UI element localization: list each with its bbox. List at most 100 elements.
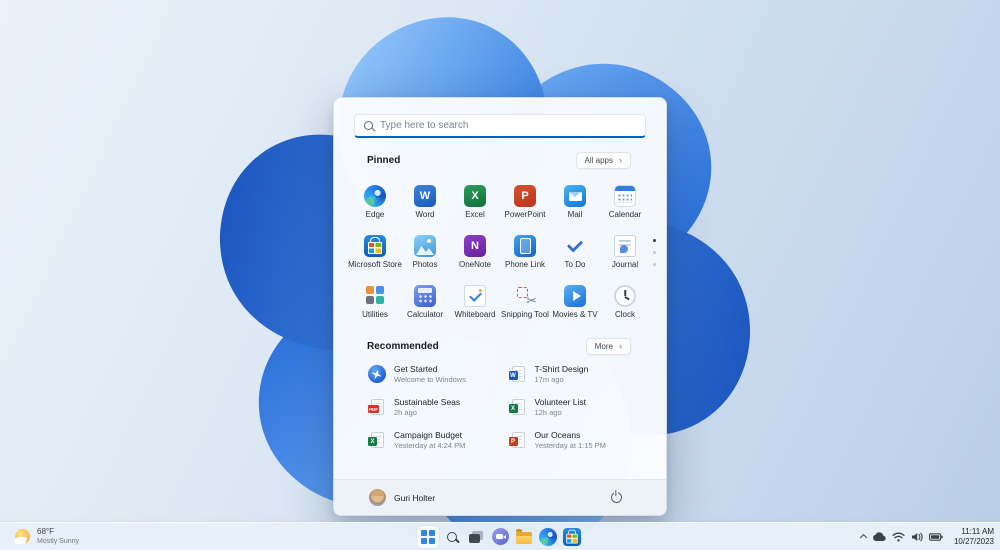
tray-clock[interactable]: 11:11 AM 10/27/2023 — [954, 527, 994, 547]
app-label: Whiteboard — [454, 310, 496, 319]
user-avatar[interactable] — [369, 489, 386, 506]
app-label: Clock — [614, 310, 635, 319]
pinned-app-movies-tv[interactable]: Movies & TV — [550, 280, 600, 330]
start-button[interactable] — [417, 525, 439, 548]
volume-icon[interactable] — [911, 532, 923, 542]
powerpoint-document-icon — [508, 432, 525, 448]
all-apps-label: All apps — [584, 156, 613, 165]
recommended-item-subtitle: Yesterday at 4:24 PM — [394, 440, 466, 450]
movies-tv-icon — [564, 285, 586, 307]
chat-camera-icon — [491, 528, 509, 545]
word-icon — [414, 185, 436, 207]
edge-taskbar-button[interactable] — [537, 526, 559, 548]
task-view-button[interactable] — [465, 526, 487, 548]
recommended-item-tshirt-design[interactable]: T-Shirt Design 17m ago — [508, 362, 649, 386]
wifi-icon[interactable] — [892, 532, 905, 542]
calendar-icon — [614, 185, 636, 207]
tray-overflow-chevron-icon[interactable] — [859, 533, 867, 542]
app-label: Photos — [412, 260, 438, 269]
onedrive-cloud-icon[interactable] — [872, 531, 886, 542]
app-label: To Do — [564, 260, 586, 269]
folder-icon — [516, 529, 532, 544]
taskbar-search-button[interactable] — [441, 526, 463, 548]
more-button[interactable]: More › — [585, 338, 631, 355]
pinned-app-edge[interactable]: Edge — [350, 180, 400, 230]
whiteboard-icon — [464, 285, 486, 307]
file-explorer-button[interactable] — [513, 526, 535, 548]
excel-icon — [464, 185, 486, 207]
snipping-tool-icon — [514, 285, 537, 309]
pinned-pagination[interactable] — [653, 239, 656, 266]
recommended-item-volunteer-list[interactable]: Volunteer List 12h ago — [508, 395, 649, 419]
recommended-item-title: Sustainable Seas — [394, 397, 461, 407]
pinned-app-mail[interactable]: Mail — [550, 180, 600, 230]
tray-time: 11:11 AM — [961, 526, 994, 536]
pinned-app-word[interactable]: Word — [400, 180, 450, 230]
search-box[interactable] — [354, 114, 646, 138]
pinned-app-excel[interactable]: Excel — [450, 180, 500, 230]
onenote-icon — [464, 235, 486, 257]
pinned-app-journal[interactable]: Journal — [600, 230, 650, 280]
pinned-app-whiteboard[interactable]: Whiteboard — [450, 280, 500, 330]
recommended-item-subtitle: Welcome to Windows — [394, 374, 466, 384]
app-label: Phone Link — [504, 260, 546, 269]
pinned-apps-grid: Edge Word Excel PowerPoint Mail Calendar… — [348, 180, 652, 330]
recommended-item-campaign-budget[interactable]: Campaign Budget Yesterday at 4:24 PM — [367, 428, 508, 452]
phone-link-icon — [514, 235, 536, 257]
pinned-app-onenote[interactable]: OneNote — [450, 230, 500, 280]
recommended-item-our-oceans[interactable]: Our Oceans Yesterday at 1:15 PM — [508, 428, 649, 452]
store-taskbar-button[interactable] — [561, 526, 583, 548]
app-label: Microsoft Store — [348, 260, 402, 269]
pinned-app-snipping-tool[interactable]: Snipping Tool — [500, 280, 550, 330]
weather-widget[interactable]: 68°F Mostly Sunny — [8, 523, 85, 550]
power-button[interactable] — [606, 488, 626, 508]
page-dot[interactable] — [653, 263, 656, 266]
recommended-item-title: T-Shirt Design — [534, 364, 589, 374]
app-label: Snipping Tool — [501, 310, 549, 319]
recommended-item-title: Campaign Budget — [394, 430, 463, 440]
taskbar: 68°F Mostly Sunny 11:11 AM 10/27/2023 — [0, 522, 1000, 550]
pdf-document-icon — [368, 399, 384, 415]
app-label: Utilities — [362, 310, 388, 319]
all-apps-button[interactable]: All apps › — [575, 152, 631, 169]
task-view-icon — [469, 530, 483, 543]
pinned-app-powerpoint[interactable]: PowerPoint — [500, 180, 550, 230]
pinned-app-utilities[interactable]: Utilities — [350, 280, 400, 330]
user-name[interactable]: Guri Holter — [394, 493, 435, 503]
pinned-app-microsoft-store[interactable]: Microsoft Store — [348, 230, 402, 280]
journal-icon — [614, 235, 636, 257]
search-icon — [447, 531, 457, 542]
pinned-app-photos[interactable]: Photos — [400, 230, 450, 280]
to-do-icon — [564, 235, 586, 257]
search-icon — [364, 121, 373, 130]
weather-sun-cloud-icon — [14, 528, 31, 545]
microsoft-store-icon — [364, 235, 386, 257]
tray-date: 10/27/2023 — [953, 536, 994, 546]
recommended-item-get-started[interactable]: Get Started Welcome to Windows — [367, 362, 508, 386]
app-label: Word — [415, 210, 435, 219]
recommended-item-sustainable-seas[interactable]: Sustainable Seas 2h ago — [367, 395, 508, 419]
calculator-icon — [414, 285, 436, 307]
excel-document-icon — [368, 432, 384, 448]
chat-button[interactable] — [489, 526, 511, 548]
recommended-title: Recommended — [367, 341, 439, 352]
recommended-grid: Get Started Welcome to Windows T-Shirt D… — [367, 362, 648, 452]
battery-icon[interactable] — [929, 532, 943, 541]
more-label: More — [594, 342, 613, 351]
pinned-app-to-do[interactable]: To Do — [550, 230, 600, 280]
pinned-app-clock[interactable]: Clock — [600, 280, 650, 330]
edge-icon — [364, 185, 386, 207]
page-dot-active[interactable] — [653, 239, 656, 242]
get-started-icon — [367, 365, 386, 383]
pinned-app-phone-link[interactable]: Phone Link — [500, 230, 550, 280]
search-input[interactable] — [380, 120, 636, 131]
pinned-app-calculator[interactable]: Calculator — [400, 280, 450, 330]
app-label: Calendar — [608, 210, 642, 219]
recommended-item-subtitle: Yesterday at 1:15 PM — [534, 440, 606, 450]
taskbar-center-icons — [417, 523, 583, 550]
windows-logo-icon — [421, 529, 435, 544]
app-label: Movies & TV — [552, 310, 598, 319]
page-dot[interactable] — [653, 251, 656, 254]
pinned-app-calendar[interactable]: Calendar — [600, 180, 650, 230]
clock-icon — [614, 285, 636, 307]
